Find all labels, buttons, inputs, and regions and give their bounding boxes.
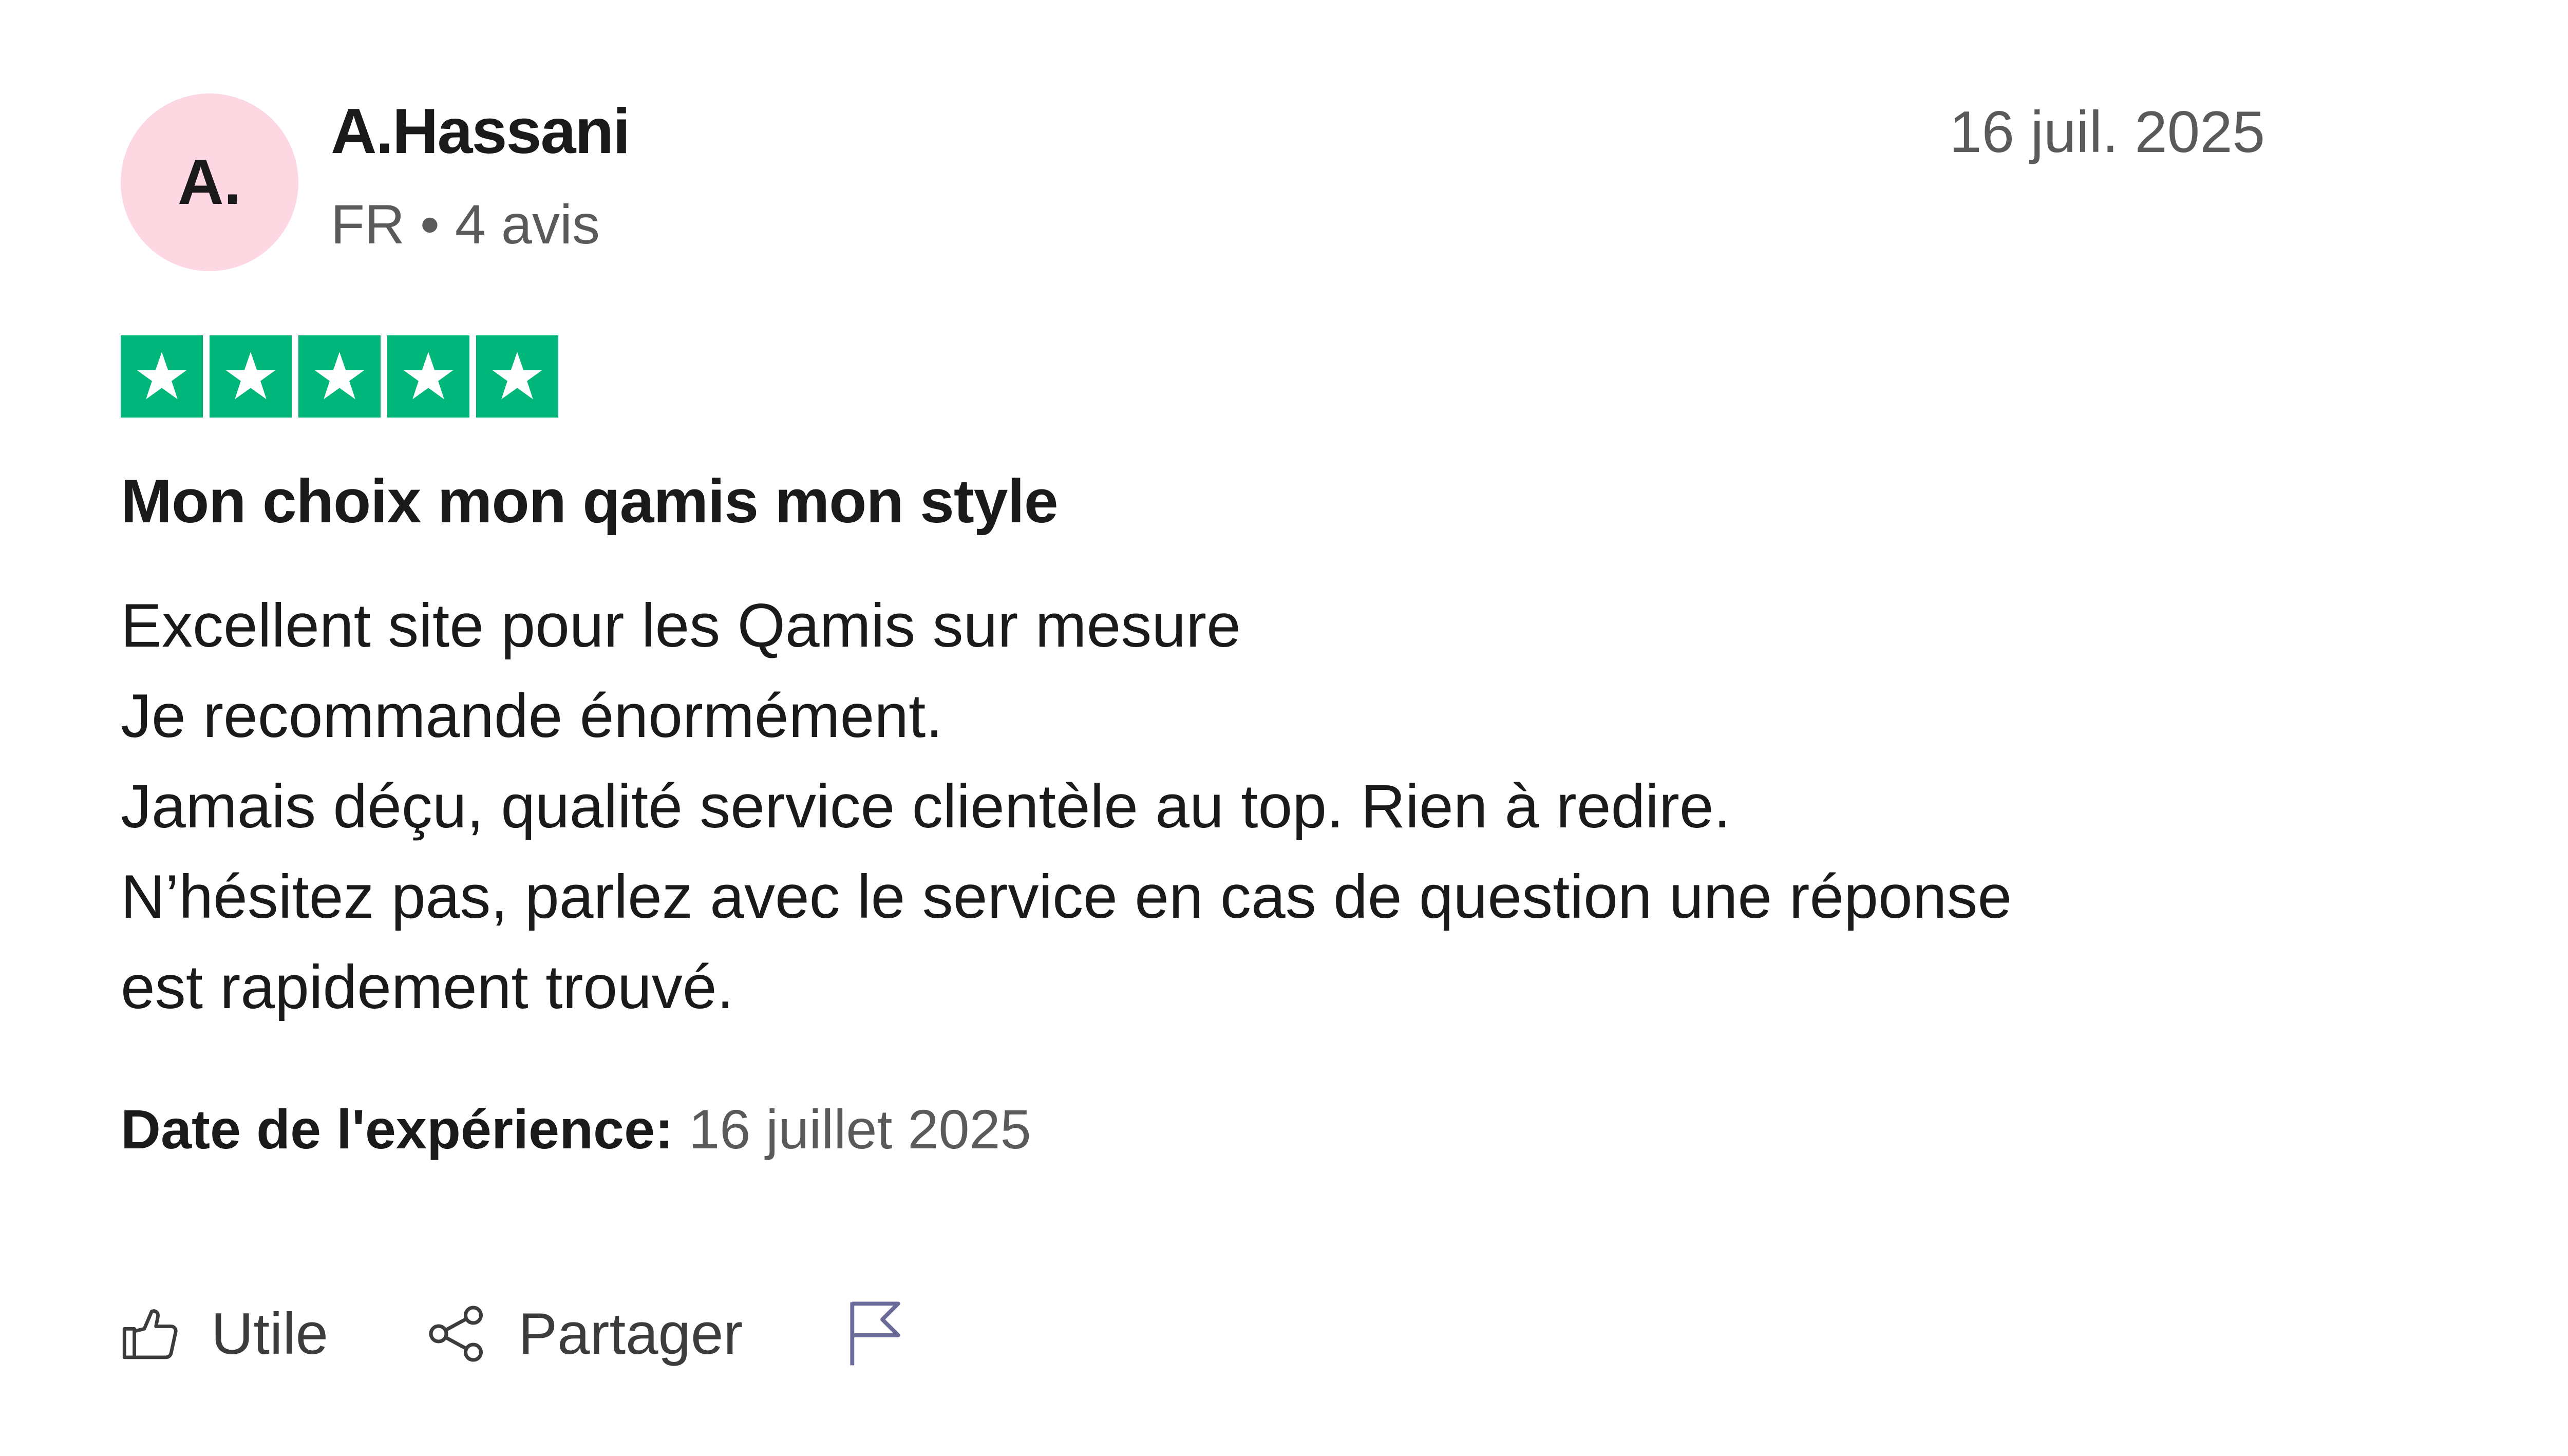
flag-icon	[845, 1299, 905, 1368]
share-label: Partager	[518, 1301, 743, 1367]
review-card: A. A.Hassani FR • 4 avis 16 juil. 2025 M…	[0, 0, 2568, 1456]
review-body: Excellent site pour les Qamis sur mesure…	[121, 580, 2278, 1032]
star-icon	[210, 335, 292, 418]
useful-label: Utile	[211, 1301, 329, 1367]
reviewer-meta: FR • 4 avis	[331, 194, 600, 255]
experience-date: Date de l'expérience: 16 juillet 2025	[121, 1099, 1031, 1160]
reviewer-review-count: 4 avis	[455, 193, 600, 255]
review-actions: Utile Partager	[121, 1299, 905, 1368]
experience-date-value: 16 juillet 2025	[689, 1098, 1031, 1160]
review-body-line: est rapidement trouvé.	[121, 953, 734, 1022]
share-icon	[426, 1303, 487, 1365]
reviewer-country: FR	[331, 193, 405, 255]
avatar[interactable]: A.	[121, 93, 298, 271]
review-title[interactable]: Mon choix mon qamis mon style	[121, 467, 1059, 535]
star-icon	[387, 335, 469, 418]
star-icon	[476, 335, 558, 418]
review-body-line: Jamais déçu, qualité service clientèle a…	[121, 772, 1731, 841]
report-button[interactable]	[845, 1299, 905, 1368]
review-body-line: Je recommande énormément.	[121, 682, 943, 750]
star-icon	[121, 335, 203, 418]
thumbs-up-icon	[121, 1304, 180, 1364]
experience-date-label: Date de l'expérience:	[121, 1098, 674, 1160]
review-body-line: N’hésitez pas, parlez avec le service en…	[121, 862, 2012, 931]
meta-separator: •	[420, 193, 440, 255]
star-rating	[121, 335, 558, 418]
useful-button[interactable]: Utile	[121, 1300, 328, 1368]
star-icon	[298, 335, 381, 418]
share-button[interactable]: Partager	[426, 1300, 743, 1368]
review-date: 16 juil. 2025	[1949, 100, 2265, 165]
review-body-line: Excellent site pour les Qamis sur mesure	[121, 591, 1241, 660]
avatar-initials: A.	[178, 147, 241, 218]
reviewer-name[interactable]: A.Hassani	[331, 97, 631, 167]
